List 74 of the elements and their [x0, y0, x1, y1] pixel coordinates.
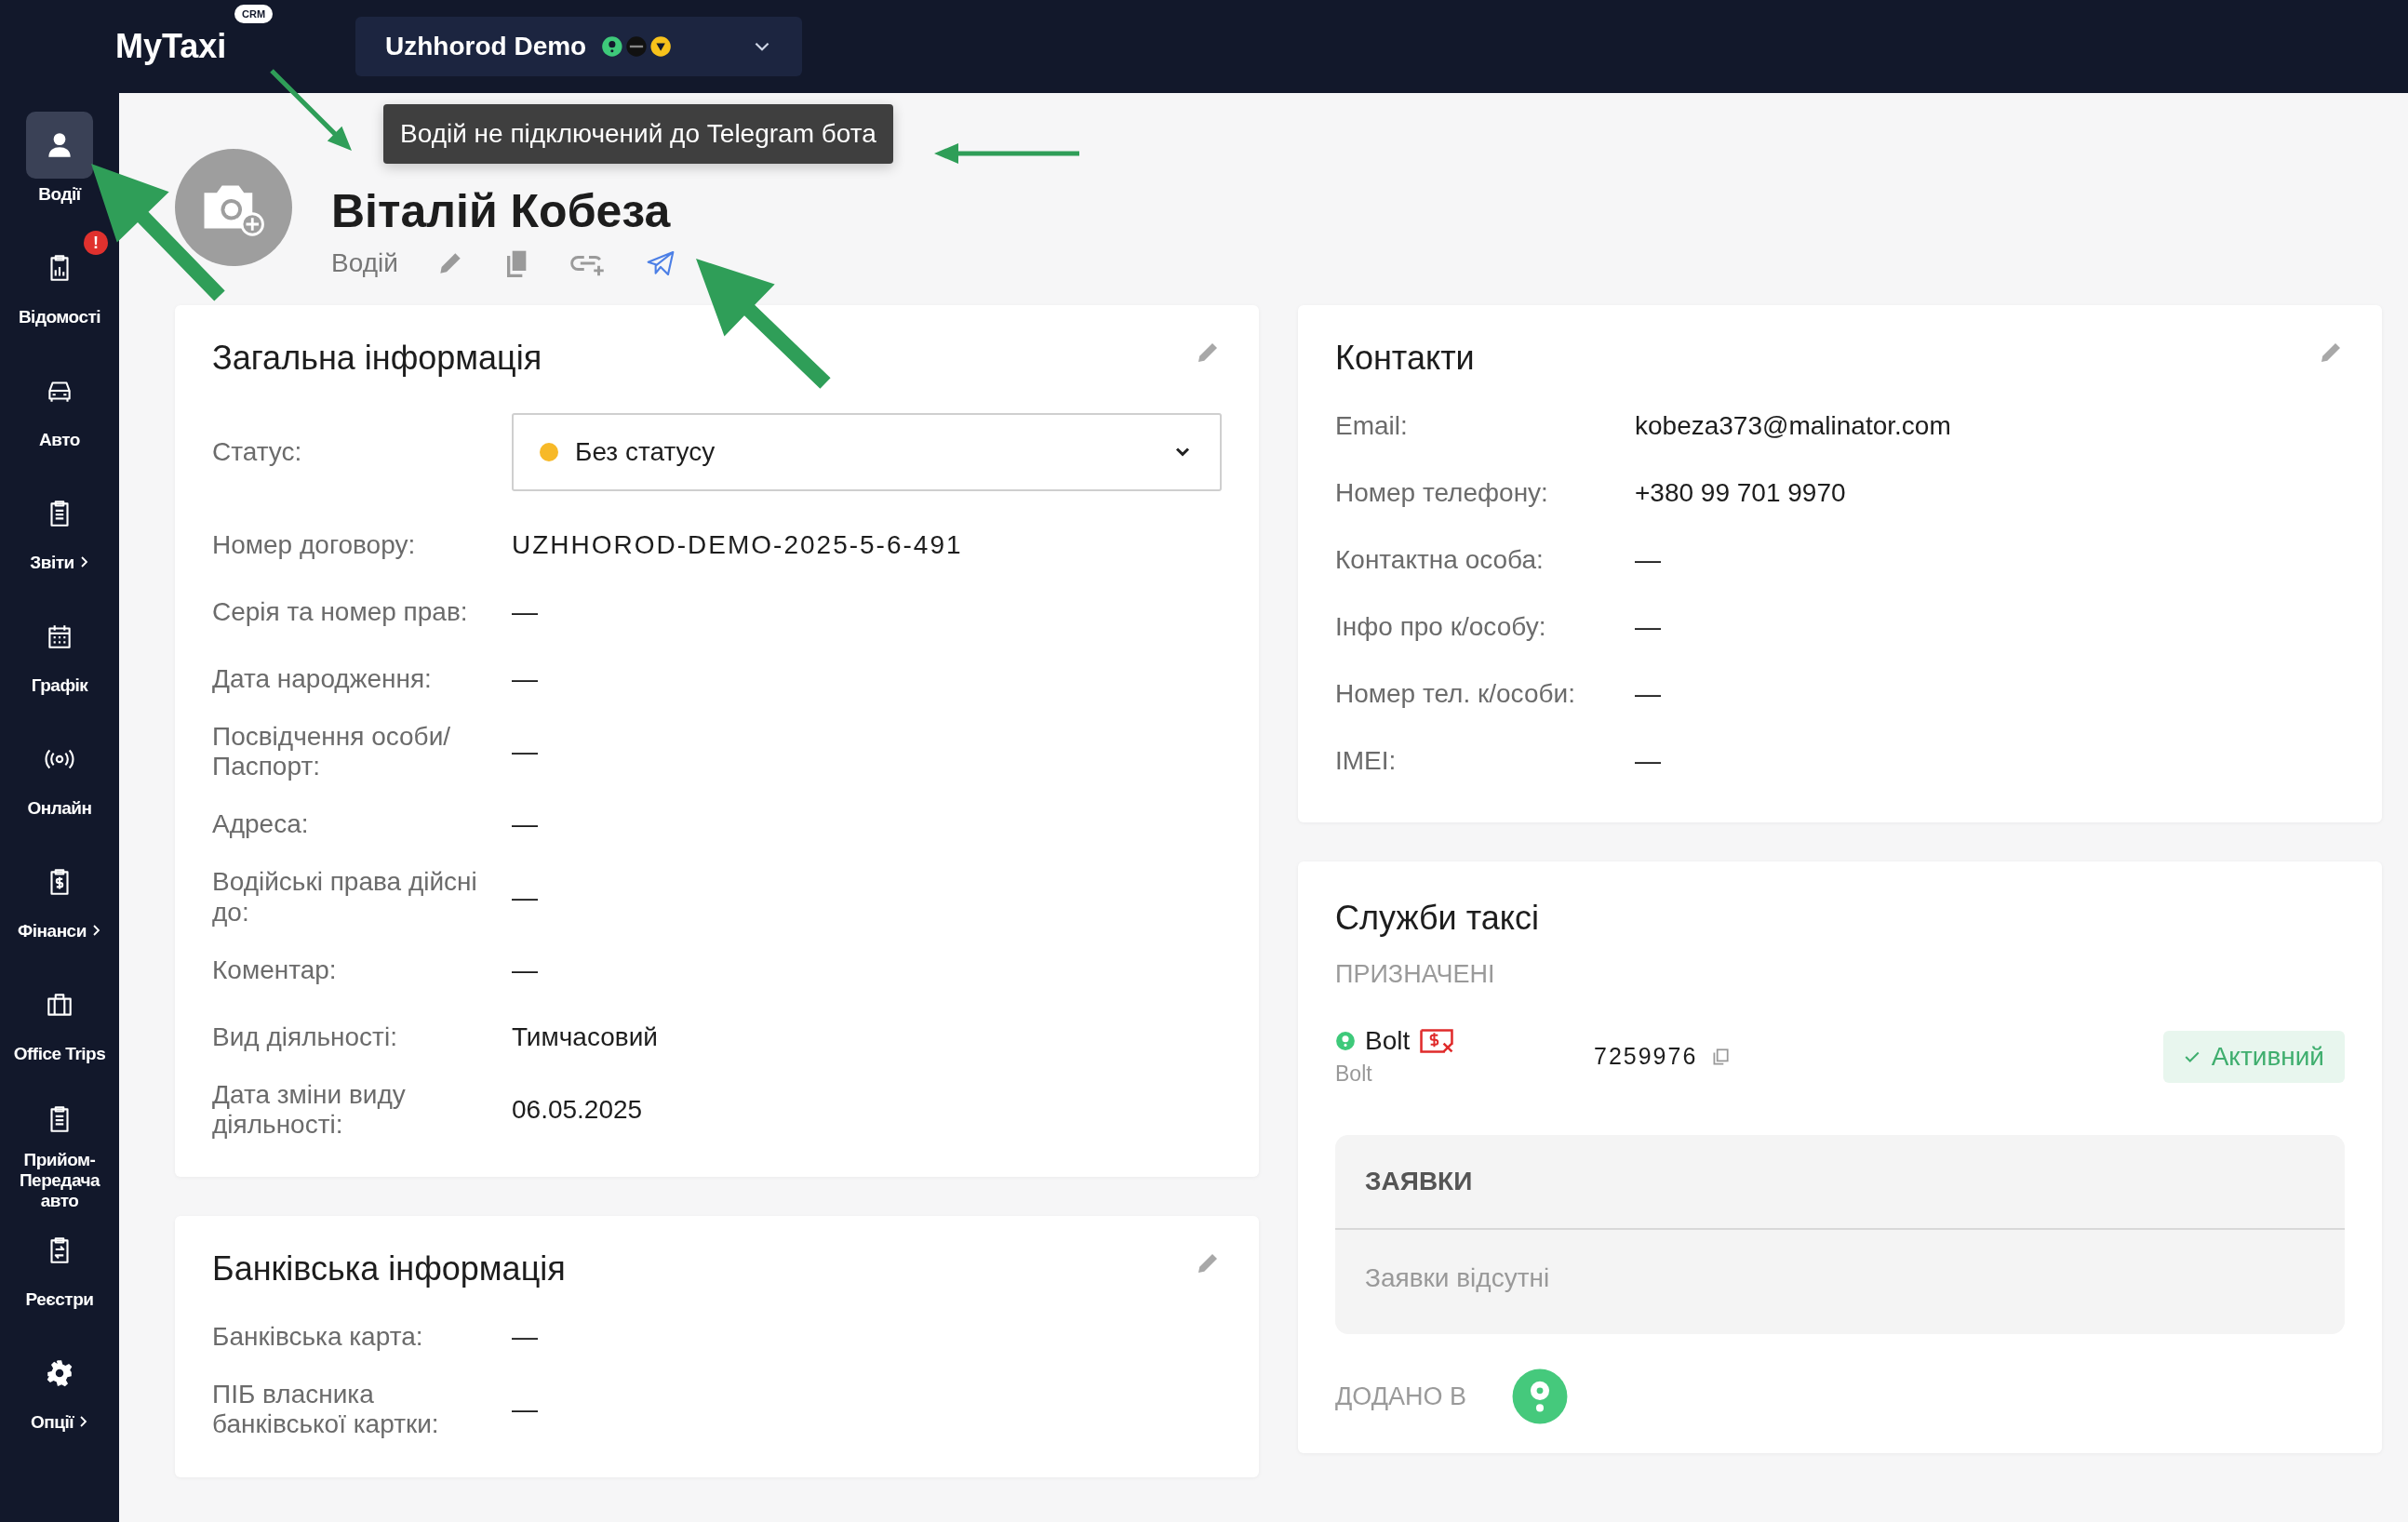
field-label: Номер тел. к/особи: — [1335, 678, 1576, 710]
field-value: +380 99 701 9970 — [1635, 478, 1846, 508]
field-value: — — [1635, 545, 1661, 575]
card-title: Загальна інформація — [212, 339, 542, 378]
driver-role: Водій — [331, 248, 398, 278]
field-value: — — [512, 955, 538, 985]
service-name: Bolt — [1365, 1026, 1411, 1056]
panel-heading: ЗАЯВКИ — [1335, 1135, 2345, 1230]
field-label: Вид діяльності: — [212, 1021, 398, 1052]
field-label: Посвідчення особи/ Паспорт: — [212, 722, 452, 782]
field-value: kobeza373@malinator.com — [1635, 411, 1951, 441]
card-title: Служби таксі — [1335, 899, 1540, 938]
service-subtitle: Bolt — [1335, 1061, 1373, 1087]
service-logos-icon — [601, 35, 673, 58]
field-value: — — [1635, 679, 1661, 709]
status-dropdown[interactable]: Без статусу — [512, 413, 1222, 491]
pin-logo-icon — [1335, 1031, 1356, 1051]
field-label: Банківська карта: — [212, 1322, 424, 1353]
section-heading: ДОДАНО В — [1335, 1382, 1466, 1411]
service-id: 7259976 — [1594, 1043, 1698, 1070]
field-value: — — [1635, 746, 1661, 776]
field-label: Дата зміни виду діяльності: — [212, 1079, 407, 1141]
alert-badge: ! — [84, 231, 108, 255]
money-off-icon — [1419, 1028, 1455, 1054]
field-value: — — [512, 1322, 538, 1353]
pin-logo-icon[interactable] — [1511, 1368, 1569, 1425]
field-value: UZHHOROD-DEMO-2025-5-6-491 — [512, 530, 963, 560]
field-value: — — [512, 809, 538, 840]
logo[interactable]: MyTaxi — [115, 27, 227, 65]
sidebar-item[interactable]: Водії — [0, 106, 119, 229]
card-title: Контакти — [1335, 339, 1475, 378]
chevron-right-icon — [91, 924, 101, 937]
sidebar-item[interactable]: Фінанси — [0, 843, 119, 966]
crm-badge: CRM — [234, 5, 274, 23]
city-selector[interactable]: Uzhhorod Demo — [355, 17, 802, 76]
sidebar-item[interactable]: Office Trips — [0, 966, 119, 1088]
sidebar-item[interactable]: Авто — [0, 352, 119, 474]
sidebar-item[interactable]: Відомості ! — [0, 229, 119, 352]
chevron-right-icon — [79, 555, 89, 568]
field-label: ПІБ власника банківської картки: — [212, 1380, 440, 1440]
section-heading: ПРИЗНАЧЕНІ — [1335, 960, 1496, 989]
field-value: — — [512, 737, 538, 768]
field-label: Email: — [1335, 410, 1409, 442]
driver-name: Віталій Кобеза — [331, 186, 672, 237]
field-label: Інфо про к/особу: — [1335, 611, 1547, 643]
field-label: Контактна особа: — [1335, 544, 1545, 576]
sidebar-item[interactable]: Онлайн — [0, 720, 119, 843]
chevron-right-icon — [79, 1415, 89, 1428]
field-label: Номер телефону: — [1335, 477, 1549, 509]
field-label: Дата народження: — [212, 663, 433, 695]
field-value: — — [1635, 612, 1661, 642]
paper-plane-icon[interactable] — [645, 248, 676, 278]
field-value: — — [512, 882, 538, 913]
field-value: 06.05.2025 — [512, 1094, 643, 1125]
field-label: IMEI: — [1335, 745, 1398, 777]
field-label: Статус: — [212, 436, 303, 468]
field-label: Водійські права дійсні до: — [212, 867, 478, 928]
field-value: — — [512, 1395, 538, 1425]
sidebar-item[interactable]: Прийом-Передача авто — [0, 1088, 119, 1211]
empty-message: Заявки відсутні — [1364, 1262, 1551, 1294]
field-label: Номер договору: — [212, 529, 417, 561]
field-label: Коментар: — [212, 955, 338, 985]
field-label: Серія та номер прав: — [212, 596, 469, 628]
field-value: — — [512, 597, 538, 627]
sidebar-item[interactable]: Графік — [0, 597, 119, 720]
sidebar-item[interactable]: Опції — [0, 1334, 119, 1457]
field-value: — — [512, 664, 538, 694]
field-value: Тимчасовий — [512, 1021, 658, 1052]
tooltip: Водій не підключений до Telegram бота — [383, 104, 893, 164]
field-label: Адреса: — [212, 809, 310, 840]
card-title: Банківська інформація — [212, 1249, 566, 1289]
sidebar-item[interactable]: Звіти — [0, 474, 119, 597]
status-text: Активний — [2211, 1041, 2324, 1072]
sidebar-item[interactable]: Реєстри — [0, 1211, 119, 1334]
